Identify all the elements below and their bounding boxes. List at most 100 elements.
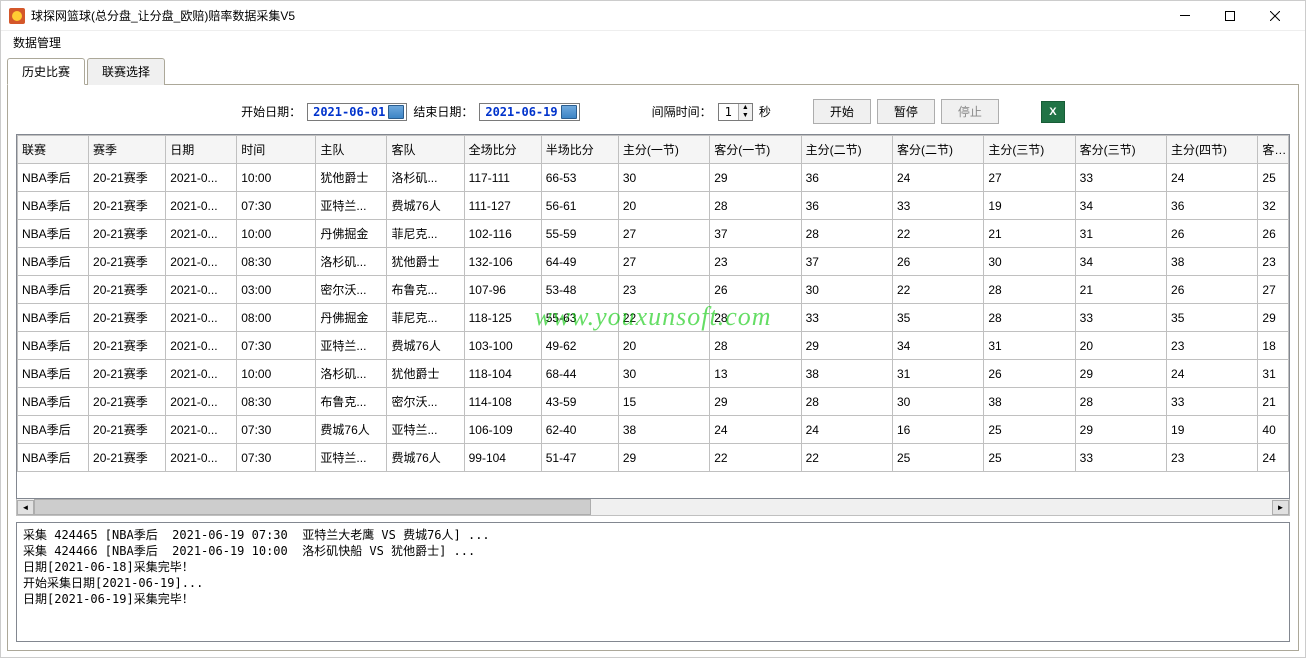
tab-history[interactable]: 历史比赛 — [7, 58, 85, 85]
pause-button[interactable]: 暂停 — [877, 99, 935, 124]
column-header[interactable]: 半场比分 — [541, 136, 618, 164]
column-header[interactable]: 客分 — [1258, 136, 1289, 164]
column-header[interactable]: 客分(一节) — [710, 136, 801, 164]
table-cell: 111-127 — [464, 192, 541, 220]
spinner-up-icon[interactable]: ▲ — [738, 104, 752, 112]
table-cell: 2021-0... — [166, 332, 237, 360]
table-row[interactable]: NBA季后20-21赛季2021-0...07:30亚特兰...费城76人99-… — [18, 444, 1289, 472]
table-cell: 28 — [984, 304, 1075, 332]
table-cell: 33 — [1167, 388, 1258, 416]
table-row[interactable]: NBA季后20-21赛季2021-0...08:00丹佛掘金菲尼克...118-… — [18, 304, 1289, 332]
end-date-input[interactable]: 2021-06-19 — [479, 103, 579, 121]
table-cell: 34 — [1075, 248, 1166, 276]
column-header[interactable]: 主分(四节) — [1167, 136, 1258, 164]
table-cell: 27 — [984, 164, 1075, 192]
menu-data-mgmt[interactable]: 数据管理 — [9, 32, 65, 53]
table-cell: 费城76人 — [387, 444, 464, 472]
table-cell: 21 — [984, 220, 1075, 248]
table-cell: 2021-0... — [166, 192, 237, 220]
table-cell: 34 — [1075, 192, 1166, 220]
interval-label: 间隔时间： — [652, 103, 712, 120]
table-row[interactable]: NBA季后20-21赛季2021-0...08:30布鲁克...密尔沃...11… — [18, 388, 1289, 416]
scroll-track[interactable] — [34, 499, 1272, 515]
table-row[interactable]: NBA季后20-21赛季2021-0...07:30亚特兰...费城76人111… — [18, 192, 1289, 220]
column-header[interactable]: 客队 — [387, 136, 464, 164]
table-cell: 10:00 — [237, 164, 316, 192]
table-cell: 29 — [710, 164, 801, 192]
table-cell: 28 — [710, 332, 801, 360]
table-cell: NBA季后 — [18, 360, 89, 388]
table-row[interactable]: NBA季后20-21赛季2021-0...08:30洛杉矶...犹他爵士132-… — [18, 248, 1289, 276]
scroll-right-icon[interactable]: ► — [1272, 500, 1289, 515]
table-cell: 24 — [1167, 360, 1258, 388]
table-cell: 26 — [1167, 276, 1258, 304]
table-row[interactable]: NBA季后20-21赛季2021-0...10:00洛杉矶...犹他爵士118-… — [18, 360, 1289, 388]
maximize-button[interactable] — [1207, 2, 1252, 30]
table-cell: NBA季后 — [18, 444, 89, 472]
table-cell: 30 — [618, 164, 709, 192]
calendar-icon[interactable] — [561, 105, 577, 119]
interval-value: 1 — [719, 105, 738, 119]
data-table: 联赛赛季日期时间主队客队全场比分半场比分主分(一节)客分(一节)主分(二节)客分… — [17, 135, 1289, 472]
column-header[interactable]: 主分(二节) — [801, 136, 892, 164]
log-output[interactable]: 采集 424465 [NBA季后 2021-06-19 07:30 亚特兰大老鹰… — [16, 522, 1290, 642]
table-cell: 106-109 — [464, 416, 541, 444]
table-cell: 34 — [892, 332, 983, 360]
column-header[interactable]: 主分(三节) — [984, 136, 1075, 164]
table-cell: 32 — [1258, 192, 1289, 220]
table-cell: 20-21赛季 — [89, 220, 166, 248]
table-cell: 38 — [801, 360, 892, 388]
minimize-button[interactable] — [1162, 2, 1207, 30]
table-row[interactable]: NBA季后20-21赛季2021-0...07:30亚特兰...费城76人103… — [18, 332, 1289, 360]
table-cell: 31 — [1258, 360, 1289, 388]
window-title: 球探网篮球(总分盘_让分盘_欧赔)赔率数据采集V5 — [31, 7, 1162, 24]
table-cell: 03:00 — [237, 276, 316, 304]
column-header[interactable]: 赛季 — [89, 136, 166, 164]
table-cell: 37 — [801, 248, 892, 276]
table-cell: 20 — [1075, 332, 1166, 360]
column-header[interactable]: 时间 — [237, 136, 316, 164]
table-cell: 33 — [1075, 164, 1166, 192]
column-header[interactable]: 全场比分 — [464, 136, 541, 164]
table-row[interactable]: NBA季后20-21赛季2021-0...03:00密尔沃...布鲁克...10… — [18, 276, 1289, 304]
spinner-down-icon[interactable]: ▼ — [738, 112, 752, 120]
table-cell: 38 — [1167, 248, 1258, 276]
table-row[interactable]: NBA季后20-21赛季2021-0...10:00犹他爵士洛杉矶...117-… — [18, 164, 1289, 192]
table-cell: 29 — [801, 332, 892, 360]
table-cell: 51-47 — [541, 444, 618, 472]
calendar-icon[interactable] — [388, 105, 404, 119]
table-cell: 22 — [710, 444, 801, 472]
column-header[interactable]: 客分(三节) — [1075, 136, 1166, 164]
table-cell: 费城76人 — [387, 192, 464, 220]
table-row[interactable]: NBA季后20-21赛季2021-0...07:30费城76人亚特兰...106… — [18, 416, 1289, 444]
export-excel-button[interactable]: X — [1041, 101, 1065, 123]
table-cell: 29 — [1258, 304, 1289, 332]
column-header[interactable]: 主分(一节) — [618, 136, 709, 164]
close-button[interactable] — [1252, 2, 1297, 30]
start-date-label: 开始日期： — [241, 103, 301, 120]
interval-spinner[interactable]: 1 ▲▼ — [718, 103, 753, 121]
table-cell: 22 — [618, 304, 709, 332]
table-cell: 07:30 — [237, 332, 316, 360]
stop-button[interactable]: 停止 — [941, 99, 999, 124]
scroll-left-icon[interactable]: ◄ — [17, 500, 34, 515]
table-cell: 2021-0... — [166, 304, 237, 332]
table-cell: 37 — [710, 220, 801, 248]
start-button[interactable]: 开始 — [813, 99, 871, 124]
table-cell: 36 — [801, 164, 892, 192]
start-date-input[interactable]: 2021-06-01 — [307, 103, 407, 121]
tab-league-select[interactable]: 联赛选择 — [87, 58, 165, 85]
table-cell: 布鲁克... — [387, 276, 464, 304]
interval-unit: 秒 — [759, 103, 771, 120]
table-cell: 27 — [618, 248, 709, 276]
column-header[interactable]: 日期 — [166, 136, 237, 164]
column-header[interactable]: 联赛 — [18, 136, 89, 164]
table-row[interactable]: NBA季后20-21赛季2021-0...10:00丹佛掘金菲尼克...102-… — [18, 220, 1289, 248]
table-cell: 丹佛掘金 — [316, 220, 387, 248]
scroll-thumb[interactable] — [34, 499, 591, 515]
column-header[interactable]: 客分(二节) — [892, 136, 983, 164]
data-table-wrap[interactable]: www.youxunsoft.com 联赛赛季日期时间主队客队全场比分半场比分主… — [16, 134, 1290, 499]
horizontal-scrollbar[interactable]: ◄ ► — [16, 499, 1290, 516]
table-cell: 40 — [1258, 416, 1289, 444]
column-header[interactable]: 主队 — [316, 136, 387, 164]
